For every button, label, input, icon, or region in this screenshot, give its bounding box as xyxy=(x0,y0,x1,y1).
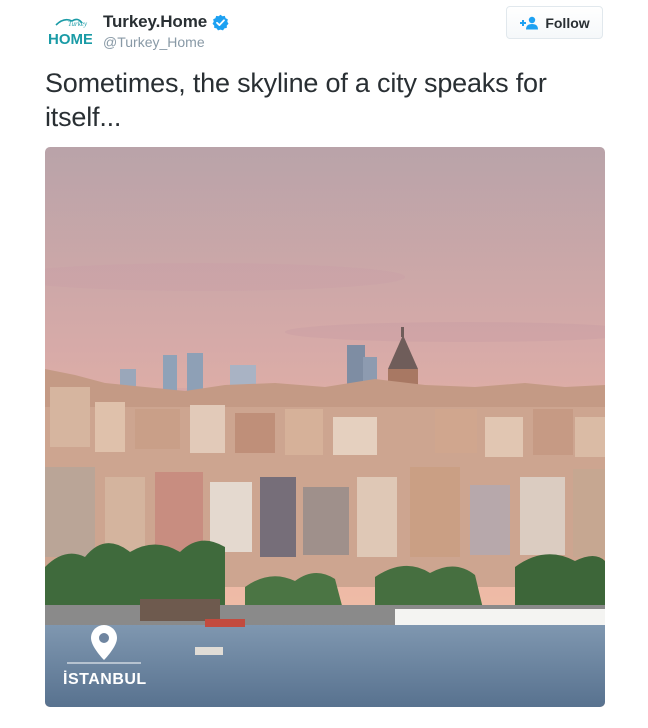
user-handle[interactable]: @Turkey_Home xyxy=(103,34,205,50)
user-name-row[interactable]: Turkey.Home xyxy=(103,12,229,32)
tweet-text: Sometimes, the skyline of a city speaks … xyxy=(45,68,547,132)
turkey-home-logo: Turkey HOME xyxy=(48,18,92,48)
verified-badge-icon xyxy=(212,14,229,31)
istanbul-skyline-image xyxy=(45,147,605,707)
photo-caption-istanbul: İSTANBUL xyxy=(63,671,147,688)
follow-button-label: Follow xyxy=(545,14,590,31)
display-name[interactable]: Turkey.Home xyxy=(103,12,207,32)
add-user-icon xyxy=(519,16,539,30)
svg-text:Turkey: Turkey xyxy=(68,20,88,28)
tweet-photo[interactable]: İSTANBUL xyxy=(45,147,605,707)
follow-button[interactable]: Follow xyxy=(506,6,603,39)
avatar[interactable]: Turkey HOME xyxy=(46,14,92,50)
tweet-card: Turkey HOME Turkey.Home @Turkey_Home Fol… xyxy=(0,0,648,728)
svg-text:HOME: HOME xyxy=(48,31,92,48)
